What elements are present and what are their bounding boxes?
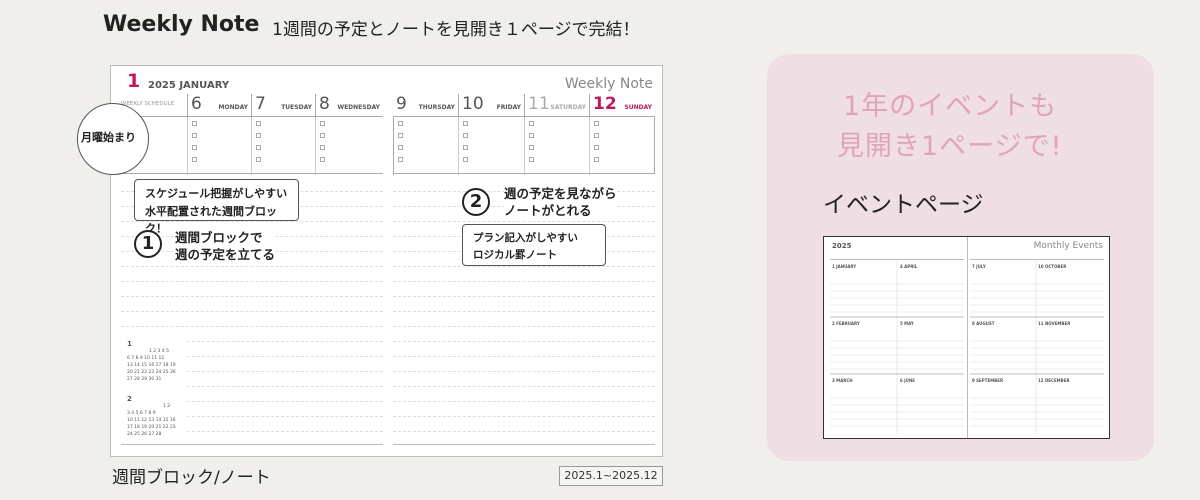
day-cell: [393, 117, 458, 175]
spread-caption: 週間ブロック/ノート: [112, 468, 271, 488]
monday-start-label: 月曜始まり: [81, 131, 136, 144]
bubble-line: スケジュール把握がしやすい: [145, 187, 288, 200]
day-header: 12 SUNDAY: [589, 94, 655, 116]
day-number: 10: [462, 94, 484, 114]
day-cell: [251, 117, 315, 175]
date-range-badge: 2025.1~2025.12: [559, 466, 663, 486]
mini-cal-row: 27 28 29 30 31: [127, 377, 162, 382]
mini-cal-month: 1: [127, 340, 132, 348]
callout-line: 週の予定を立てる: [175, 246, 276, 262]
callout-text-1: 週間ブロックで 週の予定を立てる: [175, 230, 276, 264]
day-cell: [589, 117, 655, 175]
product-subtitle: 1週間の予定とノートを見開き１ページで完結！: [272, 20, 640, 40]
thumb-rules: [830, 261, 1104, 435]
promo-headline: 1年のイベントも 見開き1ページで!: [837, 87, 1062, 167]
product-title: Weekly Note: [103, 12, 260, 37]
day-cell: [458, 117, 524, 175]
day-cell: [524, 117, 589, 175]
day-number: 11: [528, 94, 550, 114]
day-header: 11 SATURDAY: [524, 94, 589, 116]
day-cell: [187, 117, 251, 175]
mini-cal-row: 10 11 12 13 14 15 16: [127, 418, 176, 423]
day-name: SATURDAY: [550, 104, 586, 111]
day-header: 6 MONDAY: [187, 94, 251, 116]
day-header: 7 TUESDAY: [251, 94, 315, 116]
event-page-thumbnail: 2025 Monthly Events 1 JANUARY 4 APRIL 7 …: [823, 236, 1110, 439]
promo-line-1: 1年のイベントも: [843, 91, 1058, 122]
day-number: 9: [396, 94, 407, 114]
promo-line-2: 見開き1ページで!: [837, 131, 1063, 162]
mini-cal-row: 3 4 5 6 7 8 9: [127, 411, 156, 416]
callout-line: 週の予定を見ながら: [504, 186, 617, 201]
day-name: TUESDAY: [281, 104, 312, 111]
callout-line: 週間ブロックで: [175, 230, 263, 245]
callout-text-2: 週の予定を見ながら ノートがとれる: [504, 186, 617, 220]
day-header: 9 THURSDAY: [393, 94, 458, 116]
day-name: WEDNESDAY: [337, 104, 380, 111]
day-name: FRIDAY: [496, 104, 521, 111]
day-number: 8: [319, 94, 330, 114]
mini-cal-row: 13 14 15 16 17 18 19: [127, 363, 176, 368]
year-month: 2025 JANUARY: [148, 80, 230, 91]
month-number: 1: [127, 70, 141, 92]
day-cell: [315, 117, 383, 175]
weekly-note-label: Weekly Note: [564, 76, 653, 92]
bubble-line: プラン記入がしやすい: [473, 232, 578, 244]
schedule-grid: [121, 116, 383, 175]
callout-number-1: 1: [134, 230, 162, 258]
schedule-grid: [393, 116, 655, 175]
day-name: MONDAY: [218, 104, 249, 111]
mini-cal-row: 1 2 3 4 5: [149, 349, 170, 354]
mini-cal-row: 6 7 8 9 10 11 12: [127, 356, 165, 361]
mini-calendar-feb: 2 1 2 3 4 5 6 7 8 9 10 11 12 13 14 15 16…: [127, 396, 176, 438]
mini-cal-month: 2: [127, 395, 132, 403]
day-name: THURSDAY: [418, 104, 455, 111]
mini-calendar-jan: 1 1 2 3 4 5 6 7 8 9 10 11 12 13 14 15 16…: [127, 341, 176, 383]
mini-cal-row: 17 18 19 20 21 22 23: [127, 425, 176, 430]
callout-number-2: 2: [462, 188, 490, 216]
day-header: 8 WEDNESDAY: [315, 94, 383, 116]
feature-bubble-1: スケジュール把握がしやすい 水平配置された週間ブロック！: [134, 179, 299, 235]
day-name: SUNDAY: [624, 104, 652, 111]
day-number: 6: [191, 94, 202, 114]
callout-line: ノートがとれる: [504, 202, 592, 218]
mini-cal-row: 1 2: [163, 404, 171, 409]
day-number: 7: [255, 94, 266, 114]
day-header: 10 FRIDAY: [458, 94, 524, 116]
feature-bubble-2: プラン記入がしやすい ロジカル罫ノート: [462, 224, 606, 266]
mini-cal-row: 20 21 22 23 24 25 26: [127, 370, 176, 375]
mini-cal-row: 24 25 26 27 28: [127, 432, 162, 437]
event-page-label: イベントページ: [823, 192, 984, 218]
day-number: 12: [593, 94, 617, 114]
bubble-line: ロジカル罫ノート: [473, 248, 557, 261]
